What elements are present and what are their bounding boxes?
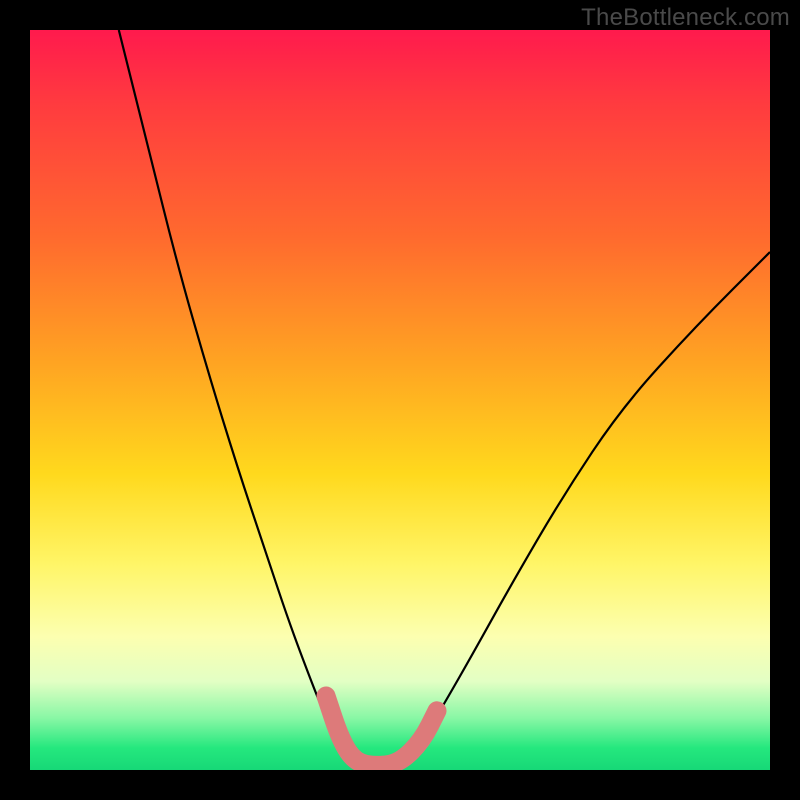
plot-area — [30, 30, 770, 770]
left-curve — [119, 30, 356, 770]
watermark-text: TheBottleneck.com — [581, 4, 790, 32]
right-curve — [400, 252, 770, 770]
curves-svg — [30, 30, 770, 770]
chart-frame: TheBottleneck.com — [0, 0, 800, 800]
highlight-u — [326, 696, 437, 765]
